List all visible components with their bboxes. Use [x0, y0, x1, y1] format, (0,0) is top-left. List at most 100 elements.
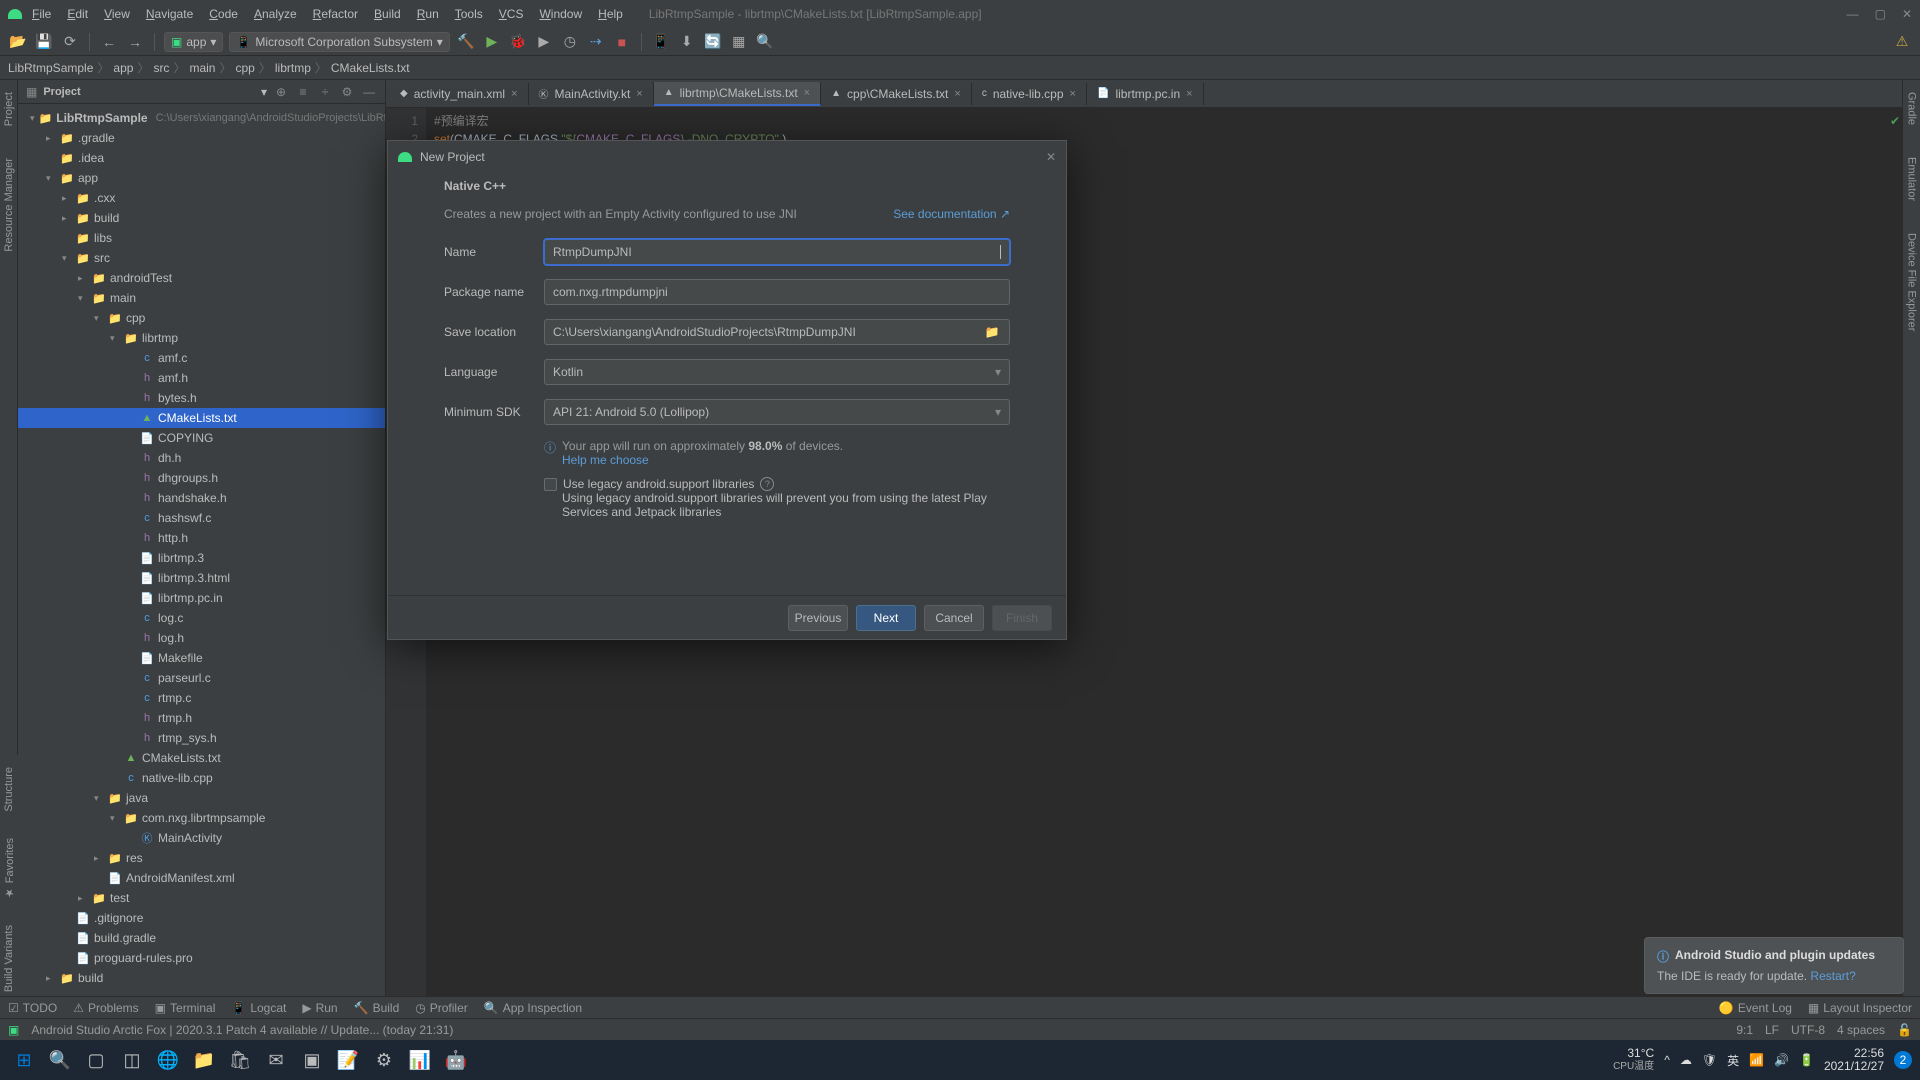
line-separator[interactable]: LF	[1765, 1023, 1779, 1037]
tab-close-icon[interactable]: ×	[1186, 88, 1192, 100]
breadcrumb[interactable]: LibRtmpSample〉app〉src〉main〉cpp〉librtmp〉C…	[0, 56, 1920, 80]
tree-row[interactable]: ▾📁app	[18, 168, 385, 188]
tree-row[interactable]: ▾📁cpp	[18, 308, 385, 328]
device-dropdown[interactable]: 📱Microsoft Corporation Subsystem▾	[229, 32, 449, 52]
menu-build[interactable]: Build	[366, 3, 409, 25]
refresh-icon[interactable]: ⟳	[60, 32, 80, 52]
project-tree[interactable]: ▾📁LibRtmpSampleC:\Users\xiangang\Android…	[18, 104, 385, 996]
next-button[interactable]: Next	[856, 605, 916, 631]
tree-row[interactable]: hdh.h	[18, 448, 385, 468]
breadcrumb-segment[interactable]: cpp	[235, 61, 254, 75]
tree-row[interactable]: ⓀMainActivity	[18, 828, 385, 848]
editor-tab[interactable]: cnative-lib.cpp×	[972, 83, 1087, 105]
tree-row[interactable]: hlog.h	[18, 628, 385, 648]
tree-row[interactable]: ▸📁androidTest	[18, 268, 385, 288]
tree-row[interactable]: cnative-lib.cpp	[18, 768, 385, 788]
emulator-tab[interactable]: Emulator	[1906, 153, 1918, 205]
profile-icon[interactable]: ◷	[560, 32, 580, 52]
store-icon[interactable]: 🛍	[224, 1044, 256, 1076]
previous-button[interactable]: Previous	[788, 605, 848, 631]
tree-row[interactable]: ▸📁test	[18, 888, 385, 908]
build-variants-tab[interactable]: Build Variants	[3, 921, 15, 996]
minimize-icon[interactable]: —	[1847, 7, 1859, 21]
update-notification[interactable]: ⓘAndroid Studio and plugin updates The I…	[1644, 937, 1904, 994]
notification-icon[interactable]: ⚠	[1892, 32, 1912, 52]
tree-row[interactable]: crtmp.c	[18, 688, 385, 708]
explorer-icon[interactable]: 📁	[188, 1044, 220, 1076]
bottom-tab-terminal[interactable]: ▣Terminal	[155, 1001, 216, 1015]
legacy-checkbox[interactable]	[544, 478, 557, 491]
editor-tab[interactable]: ▲cpp\CMakeLists.txt×	[821, 83, 972, 105]
tree-row[interactable]: chashswf.c	[18, 508, 385, 528]
tree-row[interactable]: 📄proguard-rules.pro	[18, 948, 385, 968]
menu-code[interactable]: Code	[201, 3, 246, 25]
tree-row[interactable]: ▾📁librtmp	[18, 328, 385, 348]
breadcrumb-segment[interactable]: app	[113, 61, 133, 75]
bottom-tab-app-inspection[interactable]: 🔍App Inspection	[484, 1001, 582, 1015]
indent-setting[interactable]: 4 spaces	[1837, 1023, 1885, 1037]
tree-row[interactable]: hamf.h	[18, 368, 385, 388]
bottom-tab-layout-inspector[interactable]: ▦Layout Inspector	[1808, 1001, 1912, 1015]
save-icon[interactable]: 💾	[34, 32, 54, 52]
restart-link[interactable]: Restart?	[1810, 969, 1855, 983]
collapse-icon[interactable]: ÷	[317, 85, 333, 99]
resource-manager-tab[interactable]: Resource Manager	[3, 154, 15, 256]
tab-close-icon[interactable]: ×	[954, 88, 960, 100]
bottom-tab-run[interactable]: ▶Run	[302, 1001, 337, 1015]
see-documentation-link[interactable]: See documentation ↗	[893, 207, 1010, 221]
tree-row[interactable]: ▾📁main	[18, 288, 385, 308]
browse-icon[interactable]: 📁	[983, 323, 1001, 341]
tree-row[interactable]: camf.c	[18, 348, 385, 368]
back-icon[interactable]: ←	[99, 32, 119, 52]
sync-icon[interactable]: 🔄	[703, 32, 723, 52]
tree-row[interactable]: ▸📁.gradle	[18, 128, 385, 148]
name-input[interactable]: RtmpDumpJNI	[544, 239, 1010, 265]
tree-row[interactable]: 📄.gitignore	[18, 908, 385, 928]
menu-vcs[interactable]: VCS	[491, 3, 532, 25]
tree-row[interactable]: hdhgroups.h	[18, 468, 385, 488]
menu-navigate[interactable]: Navigate	[138, 3, 201, 25]
wifi-icon[interactable]: 📶	[1749, 1053, 1764, 1067]
menu-window[interactable]: Window	[531, 3, 590, 25]
attach-icon[interactable]: ⇢	[586, 32, 606, 52]
tree-row[interactable]: ▾📁LibRtmpSampleC:\Users\xiangang\Android…	[18, 108, 385, 128]
mail-icon[interactable]: ✉	[260, 1044, 292, 1076]
tree-row[interactable]: ▸📁build	[18, 208, 385, 228]
security-icon[interactable]: 🛡	[1702, 1053, 1717, 1067]
ime-icon[interactable]: 英	[1727, 1052, 1739, 1069]
notification-badge[interactable]: 2	[1894, 1051, 1912, 1069]
word-icon[interactable]: 📝	[332, 1044, 364, 1076]
run-icon[interactable]: ▶	[482, 32, 502, 52]
breadcrumb-segment[interactable]: LibRtmpSample	[8, 61, 93, 75]
editor-tab[interactable]: ⓀMainActivity.kt×	[529, 82, 654, 105]
open-icon[interactable]: 📂	[8, 32, 28, 52]
clock[interactable]: 22:562021/12/27	[1824, 1047, 1884, 1073]
tree-row[interactable]: ▸📁res	[18, 848, 385, 868]
tree-row[interactable]: hhttp.h	[18, 528, 385, 548]
tree-row[interactable]: 📄Makefile	[18, 648, 385, 668]
minsdk-select[interactable]: API 21: Android 5.0 (Lollipop)▾	[544, 399, 1010, 425]
breadcrumb-segment[interactable]: CMakeLists.txt	[331, 61, 410, 75]
build-icon[interactable]: 🔨	[456, 32, 476, 52]
tree-row[interactable]: 📄COPYING	[18, 428, 385, 448]
dialog-close-icon[interactable]: ✕	[1046, 150, 1056, 164]
volume-icon[interactable]: 🔊	[1774, 1053, 1789, 1067]
breadcrumb-segment[interactable]: src	[153, 61, 169, 75]
gear-icon[interactable]: ⚙	[339, 85, 355, 99]
android-studio-icon[interactable]: 🤖	[440, 1044, 472, 1076]
cancel-button[interactable]: Cancel	[924, 605, 984, 631]
edge-icon[interactable]: 🌐	[152, 1044, 184, 1076]
tree-row[interactable]: hhandshake.h	[18, 488, 385, 508]
tree-row[interactable]: ▲CMakeLists.txt	[18, 748, 385, 768]
terminal-icon[interactable]: ▣	[296, 1044, 328, 1076]
run-config-dropdown[interactable]: ▣app▾	[164, 32, 223, 52]
device-explorer-tab[interactable]: Device File Explorer	[1906, 229, 1918, 335]
start-icon[interactable]: ⊞	[8, 1044, 40, 1076]
bottom-tab-build[interactable]: 🔨Build	[354, 1001, 400, 1015]
target-icon[interactable]: ⊕	[273, 85, 289, 99]
tree-row[interactable]: 📁.idea	[18, 148, 385, 168]
file-encoding[interactable]: UTF-8	[1791, 1023, 1825, 1037]
sdk-icon[interactable]: ⬇	[677, 32, 697, 52]
bottom-tab-problems[interactable]: ⚠Problems	[73, 1001, 138, 1015]
tree-row[interactable]: 📄librtmp.3.html	[18, 568, 385, 588]
